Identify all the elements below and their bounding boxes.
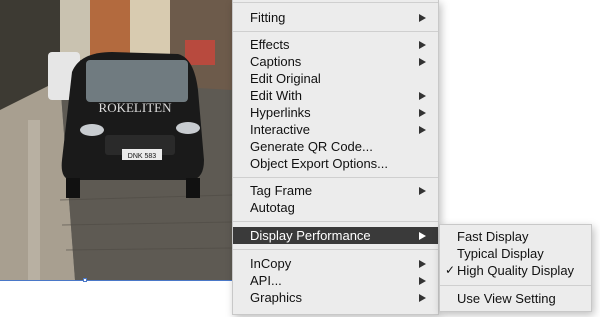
submenu-arrow-icon: [419, 294, 426, 302]
license-plate-text: DNK 583: [128, 153, 157, 160]
menu-item-graphics[interactable]: Graphics: [233, 289, 438, 306]
menu-item-label: Edit Original: [250, 71, 321, 86]
context-menu: Fitting Effects Captions Edit Original E…: [232, 0, 439, 315]
menu-item-display-performance[interactable]: Display Performance: [233, 227, 438, 244]
menu-item-label: API...: [250, 273, 282, 288]
menu-separator: [233, 221, 438, 222]
menu-item-tag-frame[interactable]: Tag Frame: [233, 182, 438, 199]
display-performance-submenu: Fast Display Typical Display ✓ High Qual…: [439, 224, 592, 312]
menu-item-edit-original[interactable]: Edit Original: [233, 70, 438, 87]
menu-item-label: Graphics: [250, 290, 303, 305]
submenu-arrow-icon: [419, 187, 426, 195]
submenu-arrow-icon: [419, 126, 426, 134]
menu-item-label: Interactive: [250, 122, 310, 137]
checkmark-icon: ✓: [445, 263, 456, 277]
menu-item-captions[interactable]: Captions: [233, 53, 438, 70]
submenu-item-use-view-setting[interactable]: Use View Setting: [440, 290, 591, 307]
submenu-item-label: Use View Setting: [457, 291, 556, 306]
menu-item-label: Hyperlinks: [250, 105, 311, 120]
placed-image[interactable]: ROKELITEN DNK 583: [0, 0, 232, 280]
menu-item-label: Generate QR Code...: [250, 139, 373, 154]
menu-item-label: Edit With: [250, 88, 303, 103]
submenu-arrow-icon: [419, 58, 426, 66]
menu-item-label: Object Export Options...: [250, 156, 389, 171]
submenu-item-label: High Quality Display: [457, 263, 575, 278]
submenu-arrow-icon: [419, 92, 426, 100]
menu-item-label: Tag Frame: [250, 183, 313, 198]
menu-item-interactive[interactable]: Interactive: [233, 121, 438, 138]
submenu-item-label: Fast Display: [457, 229, 529, 244]
menu-item-object-export-options[interactable]: Object Export Options...: [233, 155, 438, 172]
submenu-arrow-icon: [419, 260, 426, 268]
menu-separator: [233, 249, 438, 250]
menu-separator: [233, 31, 438, 32]
menu-item-edit-with[interactable]: Edit With: [233, 87, 438, 104]
submenu-item-label: Typical Display: [457, 246, 544, 261]
submenu-item-high-quality-display[interactable]: ✓ High Quality Display: [440, 262, 591, 279]
menu-item-fitting[interactable]: Fitting: [233, 9, 438, 26]
menu-separator: [233, 2, 438, 3]
menu-item-label: Autotag: [250, 200, 295, 215]
submenu-arrow-icon: [419, 109, 426, 117]
submenu-item-typical-display[interactable]: Typical Display: [440, 245, 591, 262]
menu-item-label: Captions: [250, 54, 302, 69]
submenu-item-fast-display[interactable]: Fast Display: [440, 228, 591, 245]
menu-separator: [233, 177, 438, 178]
submenu-arrow-icon: [419, 277, 426, 285]
menu-item-label: InCopy: [250, 256, 292, 271]
submenu-arrow-icon: [419, 41, 426, 49]
menu-item-hyperlinks[interactable]: Hyperlinks: [233, 104, 438, 121]
submenu-arrow-icon: [419, 232, 426, 240]
menu-item-label: Effects: [250, 37, 290, 52]
menu-item-generate-qr-code[interactable]: Generate QR Code...: [233, 138, 438, 155]
menu-item-api[interactable]: API...: [233, 272, 438, 289]
menu-item-effects[interactable]: Effects: [233, 36, 438, 53]
menu-item-autotag[interactable]: Autotag: [233, 199, 438, 216]
frame-selection-handle[interactable]: [83, 278, 87, 282]
frame-selection-edge: [0, 280, 236, 281]
submenu-arrow-icon: [419, 14, 426, 22]
menu-separator: [440, 285, 591, 286]
menu-item-label: Fitting: [250, 10, 286, 25]
van-logo-text: ROKELITEN: [99, 100, 173, 115]
menu-item-label: Display Performance: [250, 228, 371, 243]
menu-item-incopy[interactable]: InCopy: [233, 255, 438, 272]
